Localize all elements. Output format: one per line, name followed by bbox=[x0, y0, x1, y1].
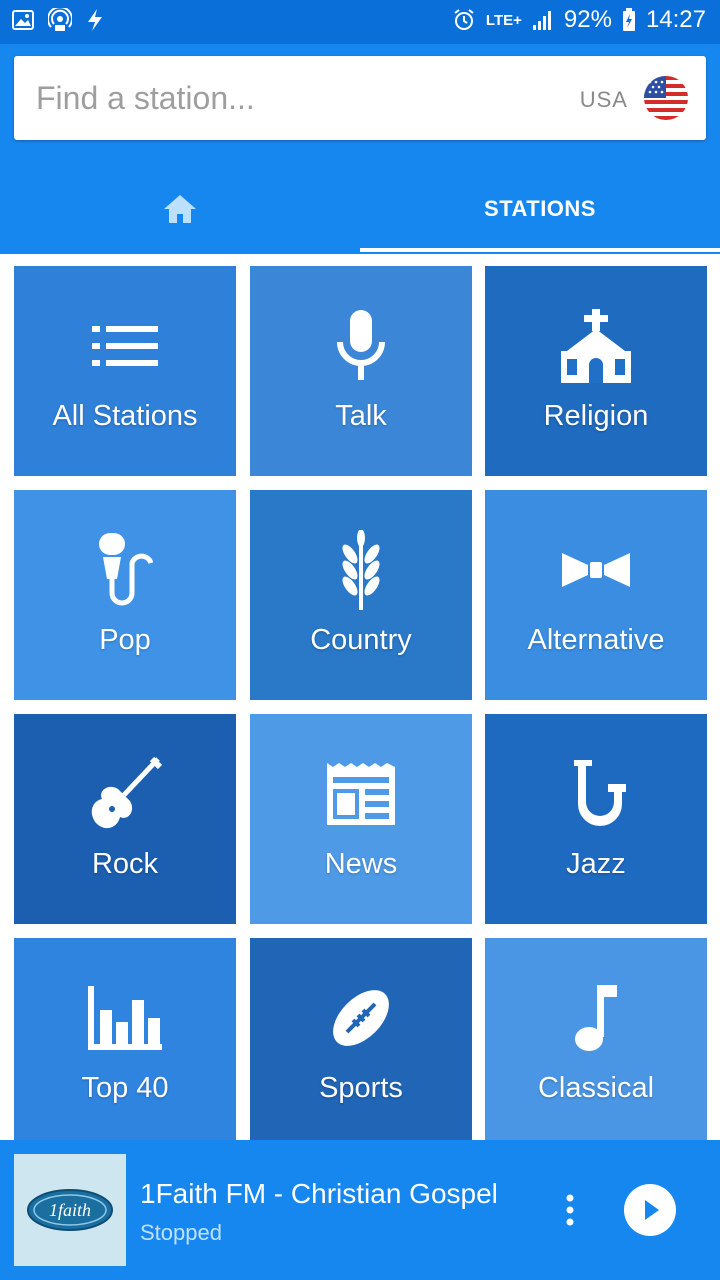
football-icon bbox=[250, 974, 472, 1062]
search-input[interactable]: Find a station... bbox=[36, 80, 255, 117]
tab-bar: STATIONS bbox=[0, 164, 720, 254]
category-label: News bbox=[324, 848, 398, 880]
signal-icon bbox=[532, 11, 551, 30]
status-bar: LTE+ 92% 14:27 bbox=[0, 0, 720, 44]
music-note-icon bbox=[485, 974, 707, 1062]
category-pop[interactable]: Pop bbox=[14, 490, 236, 700]
category-talk[interactable]: Talk bbox=[250, 266, 472, 476]
microphone-icon bbox=[250, 302, 472, 390]
category-label: All Stations bbox=[52, 400, 198, 432]
tab-indicator bbox=[360, 248, 720, 252]
category-classical[interactable]: Classical bbox=[485, 938, 707, 1140]
category-jazz[interactable]: Jazz bbox=[485, 714, 707, 924]
bowtie-icon bbox=[485, 526, 707, 614]
station-title: 1Faith FM - Christian Gospel bbox=[140, 1178, 498, 1209]
category-label: Alternative bbox=[527, 624, 665, 656]
wheat-icon bbox=[250, 526, 472, 614]
clock: 14:27 bbox=[645, 6, 706, 33]
network-type: LTE+ bbox=[485, 11, 522, 29]
mini-player[interactable]: 1faith 1Faith FM - Christian Gospel Stop… bbox=[0, 1140, 720, 1280]
electric-guitar-icon bbox=[14, 750, 236, 838]
category-label: Country bbox=[310, 624, 412, 656]
station-logo-text: 1faith bbox=[49, 1200, 91, 1220]
tab-stations[interactable]: STATIONS bbox=[360, 164, 720, 254]
battery-icon bbox=[622, 8, 635, 31]
category-all-stations[interactable]: All Stations bbox=[14, 266, 236, 476]
category-label: Talk bbox=[335, 400, 387, 432]
more-options-icon[interactable] bbox=[556, 1190, 584, 1230]
newspaper-icon bbox=[250, 750, 472, 838]
bar-chart-icon bbox=[14, 974, 236, 1062]
category-label: Classical bbox=[537, 1072, 655, 1104]
gallery-icon bbox=[12, 10, 34, 30]
battery-percent: 92% bbox=[563, 6, 612, 33]
saxophone-icon bbox=[485, 750, 707, 838]
app-header: Find a station... USA STATIONS bbox=[0, 44, 720, 254]
category-label: Jazz bbox=[566, 848, 626, 880]
category-alternative[interactable]: Alternative bbox=[485, 490, 707, 700]
tab-stations-label: STATIONS bbox=[484, 196, 596, 221]
play-button[interactable] bbox=[624, 1184, 676, 1236]
playback-status: Stopped bbox=[140, 1220, 222, 1245]
category-label: Sports bbox=[319, 1072, 403, 1104]
category-news[interactable]: News bbox=[250, 714, 472, 924]
us-flag-icon[interactable] bbox=[644, 76, 688, 120]
category-label: Rock bbox=[91, 848, 159, 880]
category-grid: All Stations Talk Religion Pop Country A… bbox=[0, 254, 720, 1140]
category-label: Religion bbox=[543, 400, 649, 432]
category-top-40[interactable]: Top 40 bbox=[14, 938, 236, 1140]
search-bar[interactable]: Find a station... USA bbox=[14, 56, 706, 140]
singer-mic-icon bbox=[14, 526, 236, 614]
flash-icon bbox=[88, 9, 102, 31]
home-icon bbox=[164, 195, 196, 223]
play-icon bbox=[645, 1200, 659, 1220]
category-religion[interactable]: Religion bbox=[485, 266, 707, 476]
country-code[interactable]: USA bbox=[580, 87, 628, 113]
tab-home[interactable] bbox=[0, 164, 360, 254]
category-label: Pop bbox=[99, 624, 151, 656]
church-icon bbox=[485, 302, 707, 390]
category-country[interactable]: Country bbox=[250, 490, 472, 700]
hotspot-icon bbox=[48, 8, 72, 31]
category-rock[interactable]: Rock bbox=[14, 714, 236, 924]
category-sports[interactable]: Sports bbox=[250, 938, 472, 1140]
station-logo[interactable]: 1faith bbox=[14, 1154, 126, 1266]
alarm-icon bbox=[454, 9, 474, 30]
category-label: Top 40 bbox=[81, 1072, 169, 1104]
list-icon bbox=[14, 302, 236, 390]
